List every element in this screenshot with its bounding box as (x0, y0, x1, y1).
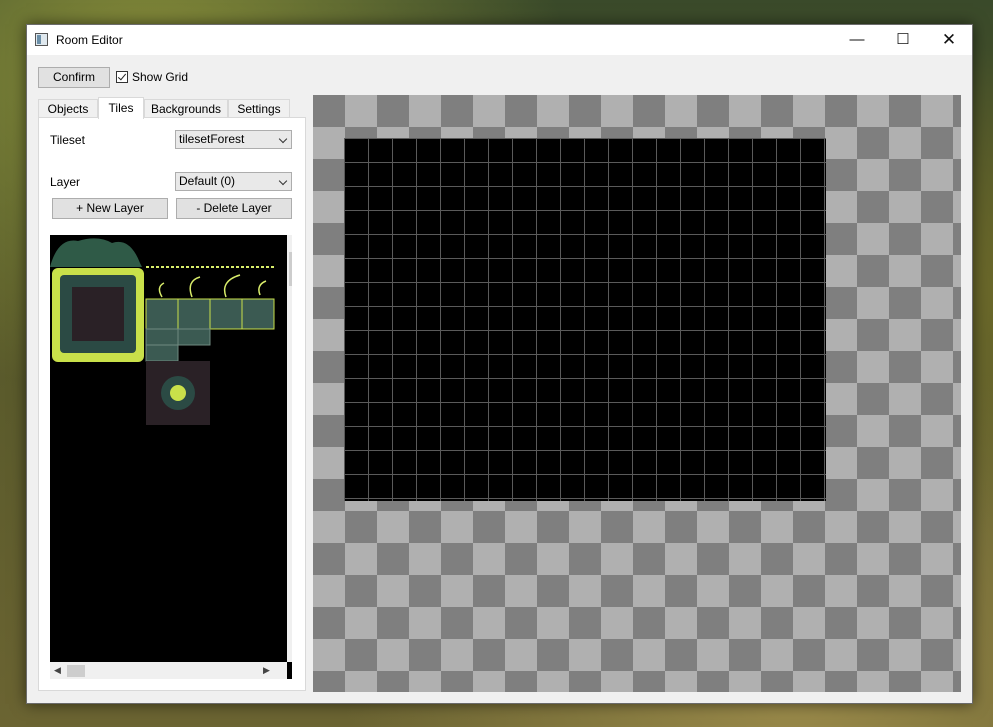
title-bar[interactable]: Room Editor — ☐ ✕ (27, 25, 972, 55)
tileset-select[interactable]: tilesetForest (175, 130, 292, 149)
tab-tiles[interactable]: Tiles (98, 97, 144, 119)
stone-tile (177, 328, 211, 346)
tileset-preview[interactable]: ▲ ▼ ◀ ▶ (50, 235, 292, 679)
chevron-down-icon (278, 176, 288, 186)
horizontal-scroll-thumb[interactable] (67, 665, 85, 677)
stone-tile (177, 298, 211, 330)
stone-tile (145, 344, 179, 362)
layer-value: Default (0) (179, 174, 236, 188)
confirm-button[interactable]: Confirm (38, 67, 110, 88)
vine-tiles (158, 274, 267, 298)
tileset-value: tilesetForest (179, 132, 245, 146)
stone-tile (209, 298, 243, 330)
chevron-down-icon[interactable]: ▼ (291, 648, 292, 658)
bush-tile-center (170, 385, 186, 401)
horizontal-scrollbar[interactable]: ◀ ▶ (50, 662, 287, 679)
stone-tile (241, 298, 275, 330)
chevron-up-icon[interactable]: ▲ (291, 237, 292, 247)
vertical-scroll-thumb[interactable] (289, 252, 292, 286)
chevron-down-icon (278, 134, 288, 144)
show-grid-label: Show Grid (132, 70, 189, 84)
layer-label: Layer (50, 175, 81, 189)
chevron-left-icon[interactable]: ◀ (54, 665, 61, 676)
room-area-grid[interactable] (344, 138, 826, 501)
new-layer-button[interactable]: + New Layer (52, 198, 168, 219)
delete-layer-button[interactable]: - Delete Layer (176, 198, 292, 219)
tileset-image[interactable] (50, 235, 287, 662)
tree-canopy-tile (50, 238, 142, 267)
tiles-panel: Tileset tilesetForest Layer Default (0) … (38, 117, 306, 691)
tab-objects[interactable]: Objects (38, 99, 98, 117)
dirt-center-tile (72, 287, 124, 341)
layer-select[interactable]: Default (0) (175, 172, 292, 191)
close-button[interactable]: ✕ (926, 25, 972, 55)
show-grid-toggle[interactable]: Show Grid (116, 70, 188, 84)
tab-settings[interactable]: Settings (228, 99, 290, 117)
maximize-button[interactable]: ☐ (880, 25, 926, 55)
chevron-right-icon[interactable]: ▶ (263, 665, 270, 676)
window-title: Room Editor (56, 33, 123, 47)
room-editor-window: Room Editor — ☐ ✕ Confirm Show Grid Obje… (26, 24, 973, 704)
stone-tile (145, 298, 179, 330)
vertical-scrollbar[interactable]: ▲ ▼ (287, 235, 292, 662)
stone-tile (145, 328, 179, 346)
show-grid-checkbox[interactable] (116, 71, 128, 83)
room-canvas[interactable] (313, 95, 961, 692)
app-icon (35, 33, 48, 46)
minimize-button[interactable]: — (834, 25, 880, 55)
tileset-label: Tileset (50, 133, 85, 147)
tab-backgrounds[interactable]: Backgrounds (144, 99, 228, 117)
